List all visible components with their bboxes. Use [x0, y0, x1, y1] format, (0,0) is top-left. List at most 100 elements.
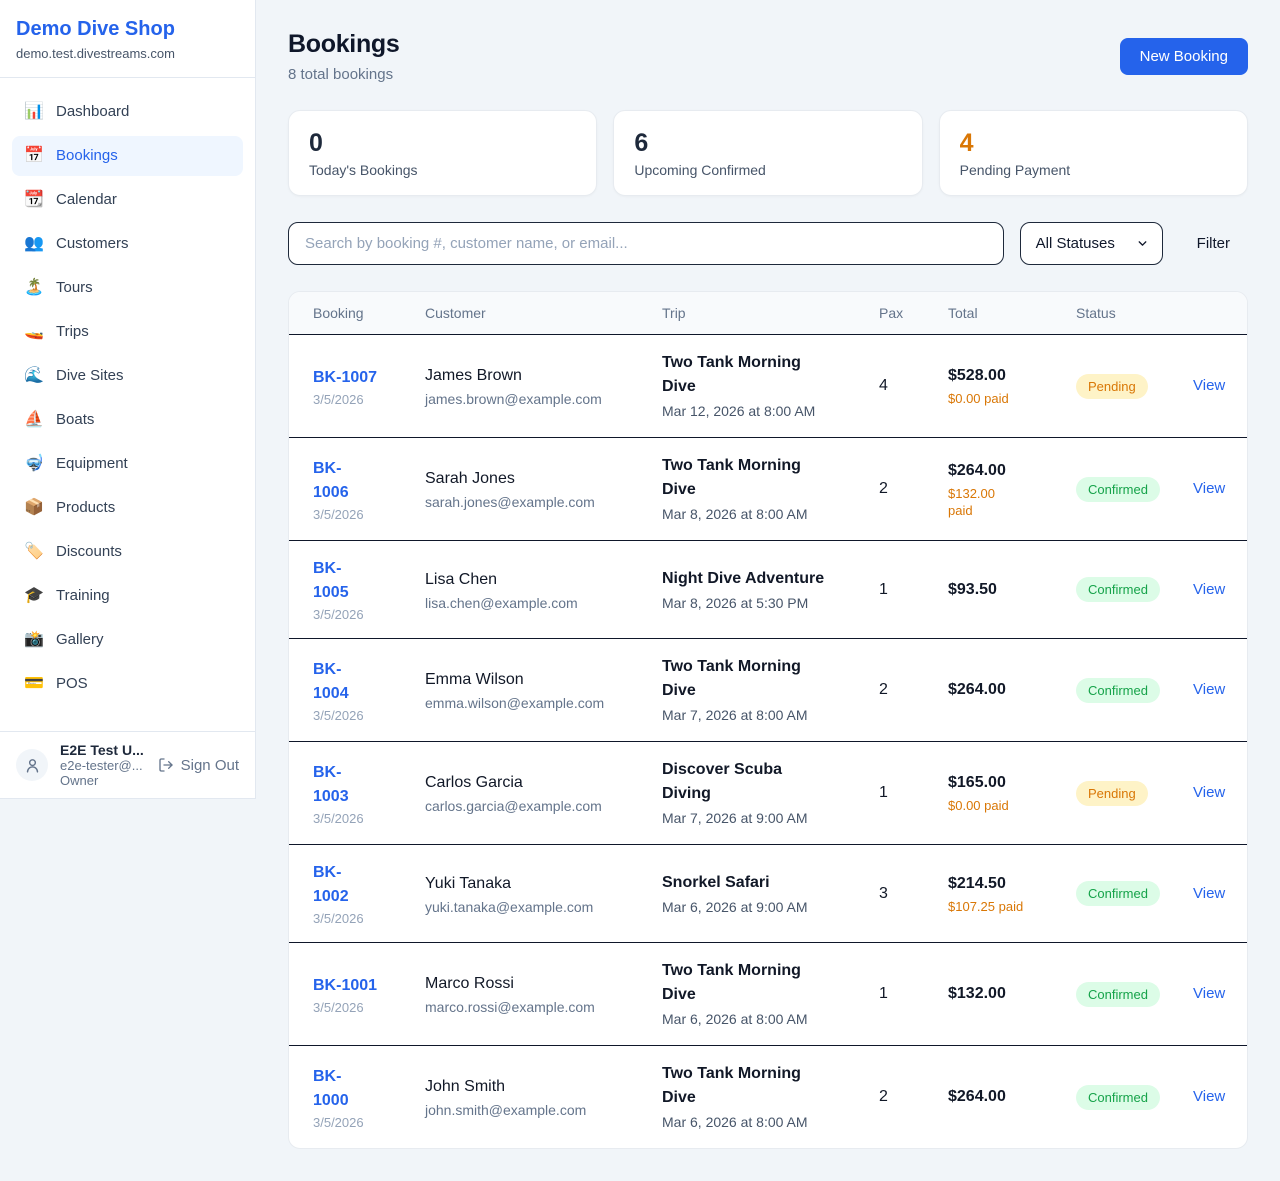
booking-date: 3/5/2026: [313, 392, 405, 407]
col-header-total: Total: [936, 292, 1064, 334]
sign-out-button[interactable]: Sign Out: [158, 757, 239, 774]
booking-date: 3/5/2026: [313, 1115, 405, 1130]
nav-item-icon: 🏷️: [24, 541, 44, 563]
total-amount: $165.00: [948, 772, 1056, 794]
chevron-down-icon: [1136, 237, 1149, 250]
booking-id-link[interactable]: BK- 1006: [313, 457, 405, 505]
stat-value: 0: [309, 128, 576, 158]
sidebar-item-calendar[interactable]: 📆 Calendar: [12, 180, 243, 220]
booking-cell: BK- 1000 3/5/2026: [289, 1049, 413, 1146]
trip-name: Two Tank Morning Dive: [662, 959, 859, 1007]
sidebar-item-boats[interactable]: ⛵ Boats: [12, 400, 243, 440]
sidebar-item-training[interactable]: 🎓 Training: [12, 576, 243, 616]
filter-button[interactable]: Filter: [1179, 235, 1248, 252]
sidebar-item-dive-sites[interactable]: 🌊 Dive Sites: [12, 356, 243, 396]
pax-cell: 1: [867, 768, 936, 818]
total-cell: $132.00: [936, 967, 1064, 1021]
actions-cell: View: [1181, 665, 1247, 715]
nav-item-label: Training: [56, 585, 110, 607]
actions-cell: View: [1181, 869, 1247, 919]
total-amount: $264.00: [948, 679, 1056, 701]
sidebar-item-discounts[interactable]: 🏷️ Discounts: [12, 532, 243, 572]
user-role: Owner: [60, 773, 146, 788]
booking-date: 3/5/2026: [313, 811, 405, 826]
view-link[interactable]: View: [1193, 885, 1225, 902]
new-booking-button[interactable]: New Booking: [1120, 38, 1248, 75]
sidebar-item-products[interactable]: 📦 Products: [12, 488, 243, 528]
status-badge: Confirmed: [1076, 577, 1160, 602]
trip-cell: Two Tank Morning Dive Mar 6, 2026 at 8:0…: [650, 943, 867, 1045]
total-cell: $264.00: [936, 663, 1064, 717]
sidebar-item-dashboard[interactable]: 📊 Dashboard: [12, 92, 243, 132]
col-header-trip: Trip: [650, 292, 867, 334]
view-link[interactable]: View: [1193, 985, 1225, 1002]
booking-id-link[interactable]: BK- 1003: [313, 761, 405, 809]
booking-id-link[interactable]: BK- 1004: [313, 658, 405, 706]
booking-id-link[interactable]: BK-1001: [313, 974, 405, 998]
status-cell: Confirmed: [1064, 966, 1181, 1023]
view-link[interactable]: View: [1193, 784, 1225, 801]
trip-datetime: Mar 8, 2026 at 8:00 AM: [662, 504, 859, 524]
nav-item-label: Customers: [56, 233, 129, 255]
total-cell: $528.00 $0.00 paid: [936, 349, 1064, 423]
trip-datetime: Mar 6, 2026 at 9:00 AM: [662, 897, 859, 917]
nav-item-icon: 🤿: [24, 453, 44, 475]
booking-id-link[interactable]: BK- 1000: [313, 1065, 405, 1113]
trip-cell: Two Tank Morning Dive Mar 6, 2026 at 8:0…: [650, 1046, 867, 1148]
trip-name: Two Tank Morning Dive: [662, 655, 859, 703]
sidebar-item-trips[interactable]: 🚤 Trips: [12, 312, 243, 352]
nav-item-label: Products: [56, 497, 115, 519]
stat-label: Upcoming Confirmed: [634, 162, 901, 178]
booking-id-link[interactable]: BK- 1005: [313, 557, 405, 605]
view-link[interactable]: View: [1193, 480, 1225, 497]
booking-date: 3/5/2026: [313, 1000, 405, 1015]
nav-item-label: Equipment: [56, 453, 128, 475]
trip-name: Night Dive Adventure: [662, 567, 859, 591]
status-badge: Confirmed: [1076, 477, 1160, 502]
table-body: BK-1007 3/5/2026 James Brown james.brown…: [289, 335, 1247, 1148]
nav-item-label: Dashboard: [56, 101, 129, 123]
amount-paid: $0.00 paid: [948, 390, 1056, 407]
customer-email: lisa.chen@example.com: [425, 595, 642, 611]
nav-item-icon: 👥: [24, 233, 44, 255]
booking-id-link[interactable]: BK- 1002: [313, 861, 405, 909]
customer-name: Yuki Tanaka: [425, 873, 642, 895]
nav-item-label: Dive Sites: [56, 365, 124, 387]
nav-item-icon: 🌊: [24, 365, 44, 387]
status-cell: Pending: [1064, 358, 1181, 415]
table-header: Booking Customer Trip Pax Total Status: [289, 292, 1247, 335]
page-title-block: Bookings 8 total bookings: [288, 30, 400, 83]
stat-label: Today's Bookings: [309, 162, 576, 178]
trip-name: Two Tank Morning Dive: [662, 351, 859, 399]
view-link[interactable]: View: [1193, 377, 1225, 394]
status-filter-select[interactable]: All Statuses: [1020, 222, 1163, 265]
trip-datetime: Mar 7, 2026 at 8:00 AM: [662, 705, 859, 725]
trip-name: Two Tank Morning Dive: [662, 454, 859, 502]
view-link[interactable]: View: [1193, 1088, 1225, 1105]
customer-cell: Emma Wilson emma.wilson@example.com: [413, 653, 650, 727]
trip-datetime: Mar 7, 2026 at 9:00 AM: [662, 808, 859, 828]
customer-email: james.brown@example.com: [425, 391, 642, 407]
sidebar-item-equipment[interactable]: 🤿 Equipment: [12, 444, 243, 484]
customer-name: Carlos Garcia: [425, 772, 642, 794]
sidebar-item-customers[interactable]: 👥 Customers: [12, 224, 243, 264]
sidebar-item-pos[interactable]: 💳 POS: [12, 664, 243, 704]
sidebar-item-tours[interactable]: 🏝️ Tours: [12, 268, 243, 308]
status-cell: Confirmed: [1064, 865, 1181, 922]
nav-item-icon: 📊: [24, 101, 44, 123]
trip-datetime: Mar 6, 2026 at 8:00 AM: [662, 1112, 859, 1132]
customer-email: sarah.jones@example.com: [425, 494, 642, 510]
booking-cell: BK- 1003 3/5/2026: [289, 745, 413, 842]
sidebar-item-bookings[interactable]: 📅 Bookings: [12, 136, 243, 176]
sidebar-item-gallery[interactable]: 📸 Gallery: [12, 620, 243, 660]
status-cell: Confirmed: [1064, 1069, 1181, 1126]
customer-cell: John Smith john.smith@example.com: [413, 1060, 650, 1134]
nav-item-icon: ⛵: [24, 409, 44, 431]
sidebar-nav: 📊 Dashboard 📅 Bookings 📆 Calendar 👥 Cust…: [0, 78, 255, 731]
nav-item-icon: 📅: [24, 145, 44, 167]
view-link[interactable]: View: [1193, 681, 1225, 698]
view-link[interactable]: View: [1193, 581, 1225, 598]
booking-id-link[interactable]: BK-1007: [313, 366, 405, 390]
search-input[interactable]: [288, 222, 1004, 265]
total-cell: $264.00: [936, 1070, 1064, 1124]
